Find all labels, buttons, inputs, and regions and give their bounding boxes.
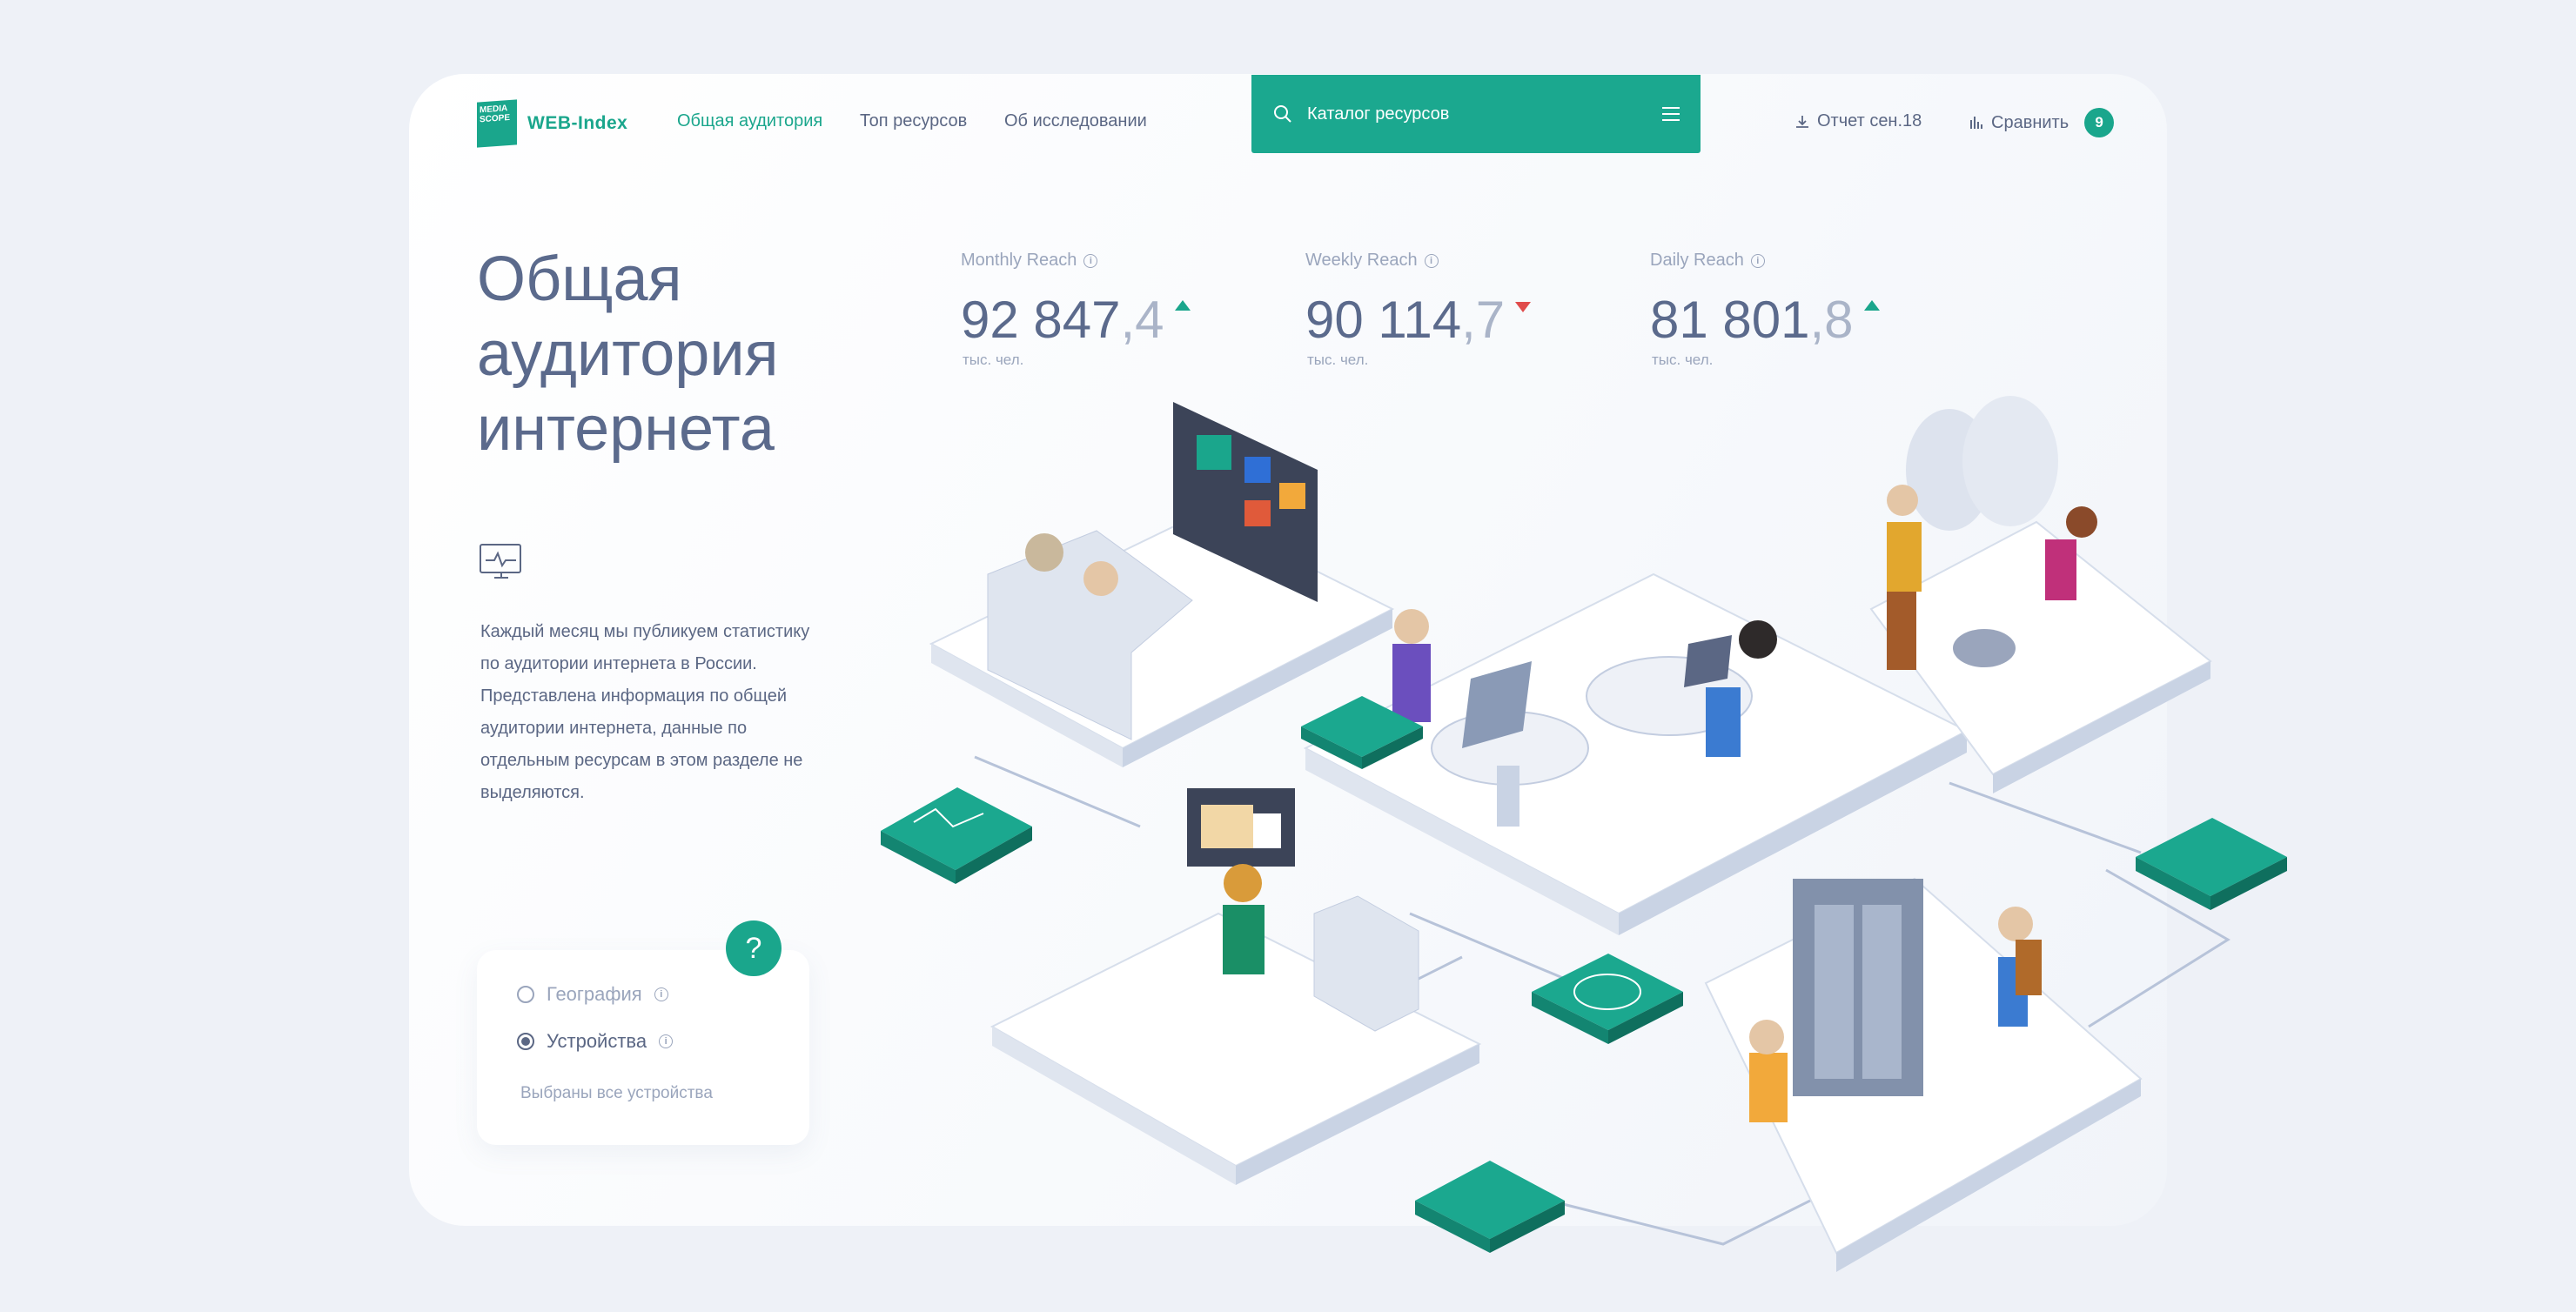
radio-devices[interactable]: [517, 1033, 534, 1050]
option-label: География: [547, 983, 642, 1005]
option-geography[interactable]: География i: [517, 983, 668, 1006]
option-devices[interactable]: Устройства i: [517, 1030, 674, 1053]
tile-network: [2136, 818, 2287, 910]
option-label: Устройства: [547, 1030, 647, 1052]
tile-paper: [1415, 1161, 1565, 1253]
info-icon[interactable]: i: [659, 1034, 674, 1048]
filter-panel: География i Устройства i Выбраны все уст…: [477, 950, 809, 1145]
tile-chart: [881, 787, 1032, 884]
radio-geography[interactable]: [517, 986, 534, 1003]
selection-note: Выбраны все устройства: [520, 1084, 713, 1102]
info-icon[interactable]: i: [654, 987, 668, 1001]
tile-globe: [1532, 954, 1683, 1044]
isometric-illustration: [881, 396, 2287, 1272]
help-button[interactable]: ?: [726, 920, 782, 976]
